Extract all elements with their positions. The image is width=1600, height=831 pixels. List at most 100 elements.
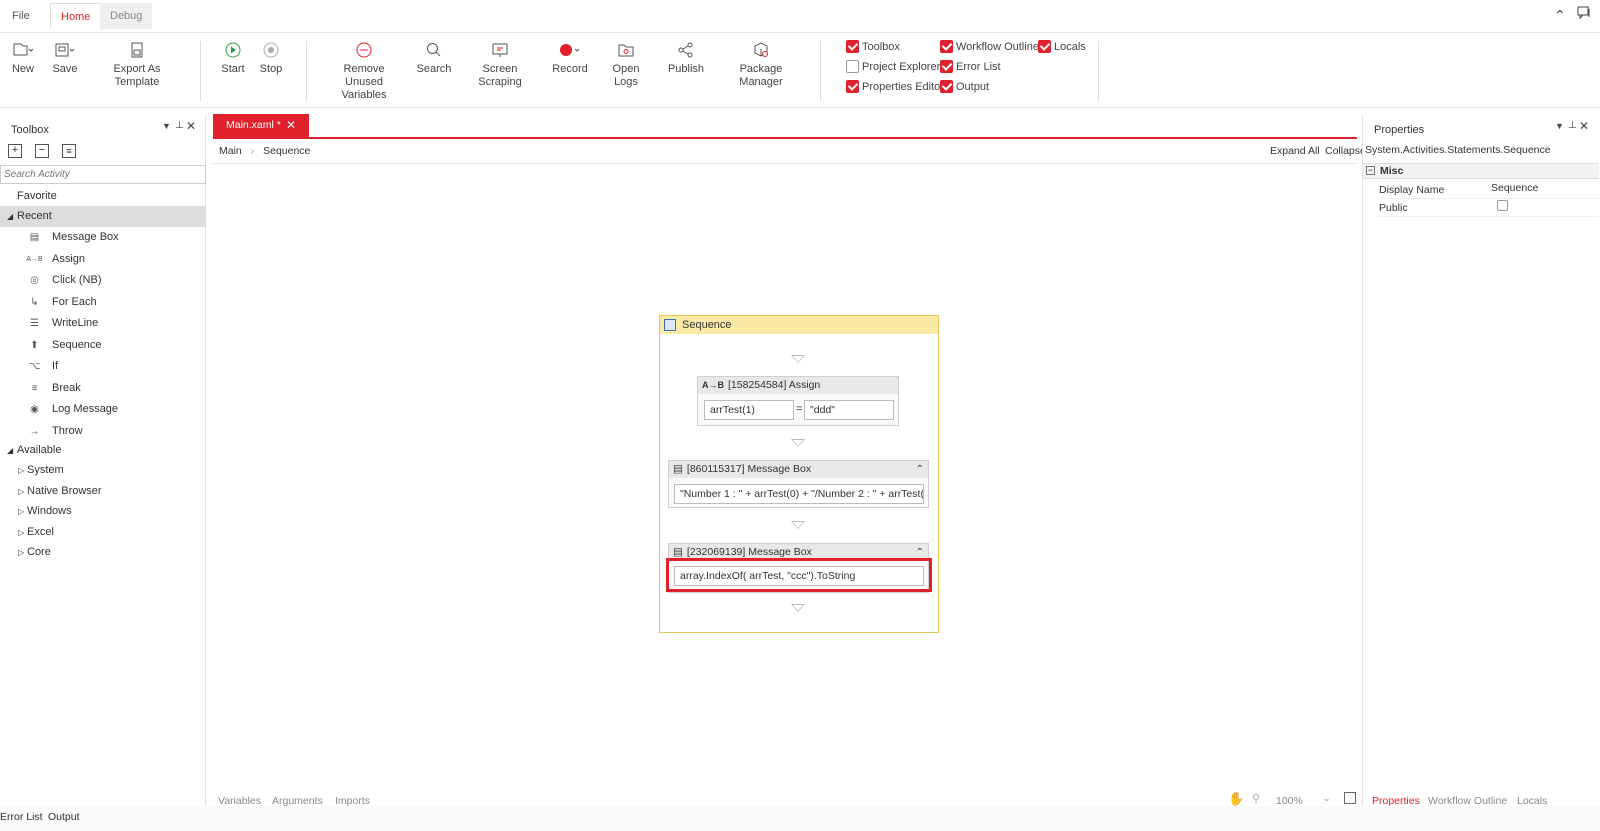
pin-icon[interactable]: ⊥ xyxy=(175,120,184,131)
checkbox-unchecked[interactable] xyxy=(846,60,859,73)
save-button[interactable]: Save xyxy=(50,37,80,76)
tab-file[interactable]: File xyxy=(2,3,40,29)
drop-arrow-icon[interactable] xyxy=(791,604,805,612)
expand-all-icon[interactable]: + xyxy=(8,144,22,158)
tab-error-list[interactable]: Error List xyxy=(0,811,43,823)
start-button[interactable]: Start xyxy=(218,37,248,76)
stop-icon xyxy=(256,37,286,63)
close-icon[interactable]: ✕ xyxy=(186,119,196,133)
toolbox-item[interactable]: ◉ Log Message xyxy=(0,399,206,420)
search-button[interactable]: Search xyxy=(416,37,452,76)
toggle-error-list[interactable]: Error List xyxy=(940,60,1001,73)
package-icon xyxy=(718,37,804,63)
message-box-header[interactable]: ▤ [860115317] Message Box ⌃ xyxy=(669,461,928,478)
breadcrumb: Main › Sequence xyxy=(219,145,310,157)
toolbox-category[interactable]: ▷ Excel xyxy=(0,522,206,543)
checkbox-checked[interactable] xyxy=(846,40,859,53)
stop-button[interactable]: Stop xyxy=(256,37,286,76)
toolbox-recent[interactable]: ◢ Recent xyxy=(0,206,206,227)
dropdown-icon[interactable]: ▼ xyxy=(1555,121,1564,131)
drop-arrow-icon[interactable] xyxy=(791,355,805,363)
collapsed-triangle-icon: ▷ xyxy=(18,486,25,496)
toolbox-item[interactable]: → Throw xyxy=(0,421,206,442)
collapse-chevron-icon[interactable]: ⌃ xyxy=(916,461,924,478)
collapse-ribbon-icon[interactable]: ⌃ xyxy=(1554,7,1566,24)
record-button[interactable]: Record xyxy=(552,37,588,76)
close-tab-icon[interactable]: ✕ xyxy=(286,114,296,137)
toolbox-item[interactable]: ☰ WriteLine xyxy=(0,313,206,334)
toggle-project-explorer[interactable]: Project Explorer xyxy=(846,60,940,73)
remove-unused-variables-button[interactable]: Remove Unused Variables xyxy=(324,37,404,102)
public-checkbox[interactable] xyxy=(1497,200,1508,211)
screen-scraping-button[interactable]: Screen Scraping xyxy=(462,37,538,89)
new-icon xyxy=(8,37,38,63)
display-name-value[interactable]: Sequence xyxy=(1491,182,1538,194)
checkbox-checked[interactable] xyxy=(940,40,953,53)
hand-icon[interactable]: ✋ xyxy=(1228,791,1244,807)
new-button[interactable]: New xyxy=(8,37,38,76)
toolbox-item-label: Message Box xyxy=(52,231,119,243)
toolbox-item[interactable]: ↳ For Each xyxy=(0,292,206,313)
tab-output[interactable]: Output xyxy=(48,811,80,823)
toggle-properties-editor[interactable]: Properties Editor xyxy=(846,80,944,93)
output-tab-bar xyxy=(0,806,1600,831)
expand-all-link[interactable]: Expand All xyxy=(1270,145,1320,157)
zoom-icon[interactable]: ⚲ xyxy=(1252,792,1260,805)
checkbox-checked[interactable] xyxy=(940,80,953,93)
publish-button[interactable]: Publish xyxy=(664,37,708,76)
toolbox-category[interactable]: ▷ System xyxy=(0,460,206,481)
toolbox-favorite[interactable]: Favorite xyxy=(0,186,206,207)
toolbox-category[interactable]: ▷ Core xyxy=(0,542,206,563)
sequence-icon xyxy=(664,319,676,331)
properties-title: Properties xyxy=(1374,124,1425,136)
message-box-text-field-1[interactable]: "Number 1 : " + arrTest(0) + "/Number 2 … xyxy=(674,484,924,504)
collapse-all-icon[interactable]: − xyxy=(35,144,49,158)
breadcrumb-sequence[interactable]: Sequence xyxy=(263,145,310,157)
breadcrumb-main[interactable]: Main xyxy=(219,145,242,157)
toolbox-category[interactable]: ▷ Native Browser xyxy=(0,481,206,502)
toolbox-item[interactable]: ◎ Click (NB) xyxy=(0,270,206,291)
toggle-toolbox[interactable]: Toolbox xyxy=(846,40,900,53)
pin-icon[interactable]: ⊥ xyxy=(1568,120,1577,131)
search-activity-input[interactable] xyxy=(0,165,206,184)
list-icon[interactable]: ≡ xyxy=(62,144,76,158)
assign-value-field[interactable]: "ddd" xyxy=(804,400,894,420)
sequence-header[interactable]: Sequence xyxy=(660,316,938,334)
dropdown-icon[interactable]: ▼ xyxy=(162,121,171,131)
collapsed-triangle-icon: ▷ xyxy=(18,527,25,537)
zoom-dropdown-icon[interactable]: ⌄ xyxy=(1323,793,1331,804)
collapse-category-icon[interactable]: − xyxy=(1366,166,1375,175)
drop-arrow-icon[interactable] xyxy=(791,439,805,447)
message-box-text-field-2[interactable]: array.IndexOf( arrTest, "ccc").ToString xyxy=(674,566,924,586)
fit-to-screen-icon[interactable] xyxy=(1344,792,1356,804)
export-template-button[interactable]: Export As Template xyxy=(92,37,182,89)
open-logs-button[interactable]: Open Logs xyxy=(600,37,652,89)
toggle-workflow-outline[interactable]: Workflow Outline xyxy=(940,40,1039,53)
toolbox-category[interactable]: ▷ Windows xyxy=(0,501,206,522)
assign-icon: A→B xyxy=(26,255,43,263)
tab-debug[interactable]: Debug xyxy=(100,3,153,29)
toolbox-available[interactable]: ◢ Available xyxy=(0,440,206,461)
ribbon: New Save Export As Template Start Stop R… xyxy=(0,32,1600,108)
toolbox-item[interactable]: ⬆ Sequence xyxy=(0,335,206,356)
tab-home[interactable]: Home xyxy=(50,3,102,29)
assign-to-field[interactable]: arrTest(1) xyxy=(704,400,794,420)
assign-header[interactable]: A→B [158254584] Assign xyxy=(698,377,898,394)
toolbox-item-label: WriteLine xyxy=(52,317,99,329)
checkbox-checked[interactable] xyxy=(846,80,859,93)
toolbox-item[interactable]: ▤ Message Box xyxy=(0,227,206,248)
properties-category[interactable]: − Misc xyxy=(1363,163,1599,179)
checkbox-checked[interactable] xyxy=(1038,40,1051,53)
checkbox-checked[interactable] xyxy=(940,60,953,73)
drop-arrow-icon[interactable] xyxy=(791,521,805,529)
package-manager-button[interactable]: Package Manager xyxy=(718,37,804,89)
comment-icon[interactable] xyxy=(1577,6,1591,23)
toggle-output[interactable]: Output xyxy=(940,80,989,93)
close-icon[interactable]: ✕ xyxy=(1579,119,1589,133)
screen-scraping-icon xyxy=(462,37,538,63)
toolbox-item[interactable]: A→B Assign xyxy=(0,249,206,270)
toggle-locals[interactable]: Locals xyxy=(1038,40,1086,53)
toolbox-item[interactable]: ≡ Break xyxy=(0,378,206,399)
document-tab[interactable]: Main.xaml * ✕ xyxy=(213,114,309,137)
toolbox-item[interactable]: ⌥ If xyxy=(0,356,206,377)
